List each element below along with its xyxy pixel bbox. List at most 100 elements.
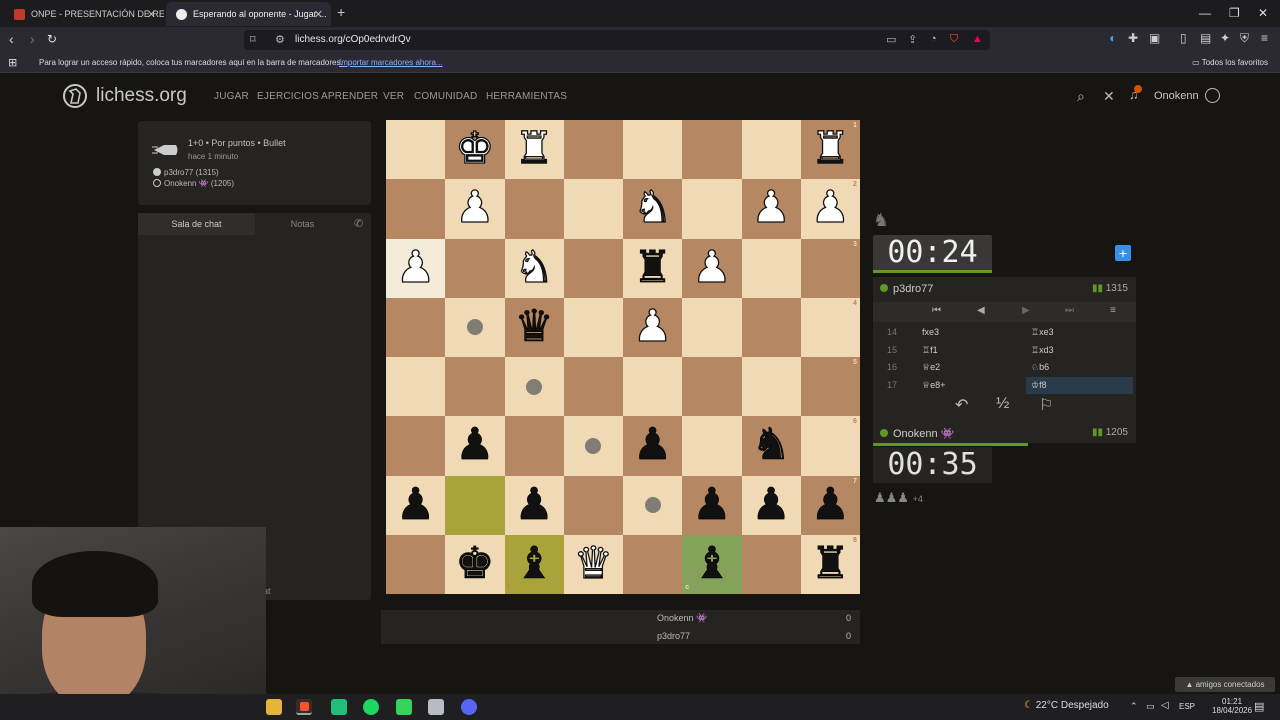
move-black[interactable]: ♖xe3 — [1031, 327, 1054, 338]
brave-rewards-icon[interactable]: ▲ — [972, 33, 983, 45]
board-square[interactable] — [504, 416, 564, 476]
white-king-piece[interactable]: ♚ — [445, 120, 504, 179]
white-pawn-piece[interactable]: ♟ — [623, 298, 682, 357]
last-move-icon[interactable]: ⏭ — [1065, 305, 1074, 316]
user-menu[interactable]: Onokenn — [1154, 90, 1199, 102]
user-avatar-icon[interactable] — [1205, 88, 1220, 103]
white-queen-piece[interactable]: ♛ — [564, 535, 623, 594]
board-square[interactable] — [800, 357, 860, 417]
extension-icon[interactable]: ◖ — [1108, 31, 1115, 45]
reader-icon[interactable]: ▤ — [1200, 31, 1211, 45]
add-time-button[interactable]: + — [1115, 245, 1131, 261]
notifications-icon[interactable]: ▤ — [1254, 700, 1264, 713]
new-tab-icon[interactable]: + — [337, 4, 345, 20]
black-pawn-piece[interactable]: ♟ — [801, 476, 860, 535]
move-black[interactable]: ♖xd3 — [1031, 345, 1054, 356]
volume-icon[interactable]: ◁ — [1161, 700, 1169, 711]
import-bookmarks-link[interactable]: Importar marcadores ahora... — [339, 58, 443, 67]
white-pawn-piece[interactable]: ♟ — [386, 239, 445, 298]
board-square[interactable] — [504, 179, 564, 239]
bookmark-icon[interactable]: ⌑ — [250, 33, 256, 46]
player-bottom-row[interactable]: Onokenn 👾 ▮▮ 1205 — [873, 423, 1136, 443]
sidebar-icon[interactable]: ▯ — [1180, 31, 1187, 45]
spotify-icon[interactable] — [363, 699, 379, 715]
board-square[interactable] — [563, 120, 623, 180]
black-pawn-piece[interactable]: ♟ — [445, 416, 504, 475]
board-square[interactable] — [800, 416, 860, 476]
board-square[interactable] — [682, 416, 742, 476]
nav-community[interactable]: COMUNIDAD — [414, 91, 477, 102]
kick-icon[interactable] — [396, 699, 412, 715]
white-knight-piece[interactable]: ♞ — [623, 179, 682, 238]
friends-online[interactable]: ▲ amigos conectados — [1175, 677, 1275, 692]
brave-taskbar-icon[interactable] — [296, 699, 312, 715]
search-icon[interactable]: ⌕ — [1077, 88, 1085, 105]
black-pawn-piece[interactable]: ♟ — [682, 476, 741, 535]
chess-board[interactable]: ♚ ♜ ♜ ♟ ♞ ♟ ♟ ♟ ♞ ♜ ♟ ♛ ♟ ♟ ♟ ♞ ♟ ♟ ♟ ♟ ♟ ♚ ♝ ♛ ♝ ♜ h g f e d c b a 1 2 3 4 5 6… — [386, 120, 860, 594]
white-pawn-piece[interactable]: ♟ — [682, 239, 741, 298]
white-rook-piece[interactable]: ♜ — [801, 120, 860, 179]
first-move-icon[interactable]: ⏮ — [932, 305, 941, 316]
menu-lines-icon[interactable]: ≡ — [1110, 305, 1116, 316]
nav-tools[interactable]: HERRAMIENTAS — [486, 91, 567, 102]
board-square[interactable] — [563, 357, 623, 417]
share-icon[interactable]: ⇪ — [908, 33, 917, 46]
white-pawn-piece[interactable]: ♟ — [801, 179, 860, 238]
nav-puzzles[interactable]: EJERCICIOS — [257, 91, 319, 102]
tab-notes[interactable]: Notas — [255, 213, 350, 235]
app-taskbar-icon[interactable] — [331, 699, 347, 715]
black-bishop-piece[interactable]: ♝ — [682, 535, 741, 594]
player-white-info[interactable]: p3dro77 (1315) — [153, 168, 219, 177]
board-square[interactable] — [386, 357, 446, 417]
legal-move-dot[interactable] — [644, 497, 661, 514]
nav-watch[interactable]: VER — [383, 91, 404, 102]
board-square[interactable] — [386, 534, 446, 594]
close-tab-icon[interactable]: ✕ — [147, 8, 156, 21]
board-square[interactable] — [682, 179, 742, 239]
board-square[interactable] — [682, 120, 742, 180]
board-square[interactable] — [682, 357, 742, 417]
tab-chat-room[interactable]: Sala de chat — [138, 213, 255, 235]
board-square[interactable] — [800, 238, 860, 298]
app-gray-icon[interactable] — [428, 699, 444, 715]
browser-tab-lichess[interactable]: Esperando al oponente - Jugar ... ✕ — [166, 2, 331, 26]
board-square[interactable] — [445, 238, 505, 298]
black-rook-piece[interactable]: ♜ — [801, 535, 860, 594]
black-knight-piece[interactable]: ♞ — [742, 416, 801, 475]
offer-draw-button[interactable]: ½ — [996, 395, 1009, 413]
board-square[interactable] — [800, 297, 860, 357]
move-white[interactable]: fxe3 — [922, 327, 939, 337]
puzzle-icon[interactable]: ✚ — [1128, 31, 1138, 45]
move-white[interactable]: ♖f1 — [922, 345, 938, 356]
reload-icon[interactable]: ↻ — [47, 32, 57, 46]
board-square[interactable] — [386, 120, 446, 180]
move-white[interactable]: ♕e8+ — [922, 380, 945, 391]
black-queen-piece[interactable]: ♛ — [505, 298, 564, 357]
board-square[interactable] — [682, 297, 742, 357]
board-square[interactable] — [623, 357, 683, 417]
vpn-icon[interactable]: ⛨ — [1240, 31, 1249, 46]
white-knight-piece[interactable]: ♞ — [505, 239, 564, 298]
apps-grid-icon[interactable]: ⊞ — [8, 56, 17, 69]
board-square[interactable] — [563, 475, 623, 535]
forward-icon[interactable]: › — [30, 31, 35, 47]
all-favorites-link[interactable]: ▭ Todos los favoritos — [1192, 58, 1268, 67]
player-top-row[interactable]: p3dro77 ▮▮ 1315 — [873, 279, 1136, 299]
board-square[interactable] — [741, 297, 801, 357]
board-square[interactable] — [563, 179, 623, 239]
black-pawn-piece[interactable]: ♟ — [623, 416, 682, 475]
legal-move-dot[interactable] — [526, 378, 543, 395]
site-info-icon[interactable]: ⚙ — [275, 33, 285, 46]
board-square[interactable] — [386, 179, 446, 239]
wallet-icon[interactable]: ▣ — [1149, 31, 1160, 45]
discord-icon[interactable] — [461, 699, 477, 715]
board-square[interactable] — [563, 297, 623, 357]
board-square[interactable] — [623, 120, 683, 180]
back-icon[interactable]: ‹ — [9, 31, 14, 47]
board-square[interactable] — [741, 238, 801, 298]
nav-play[interactable]: JUGAR — [214, 91, 249, 102]
black-rook-piece[interactable]: ♜ — [623, 239, 682, 298]
restore-icon[interactable]: ❐ — [1229, 6, 1240, 20]
screen-icon[interactable]: ▭ — [886, 33, 896, 46]
resign-flag-icon[interactable]: ⚐ — [1039, 395, 1053, 415]
